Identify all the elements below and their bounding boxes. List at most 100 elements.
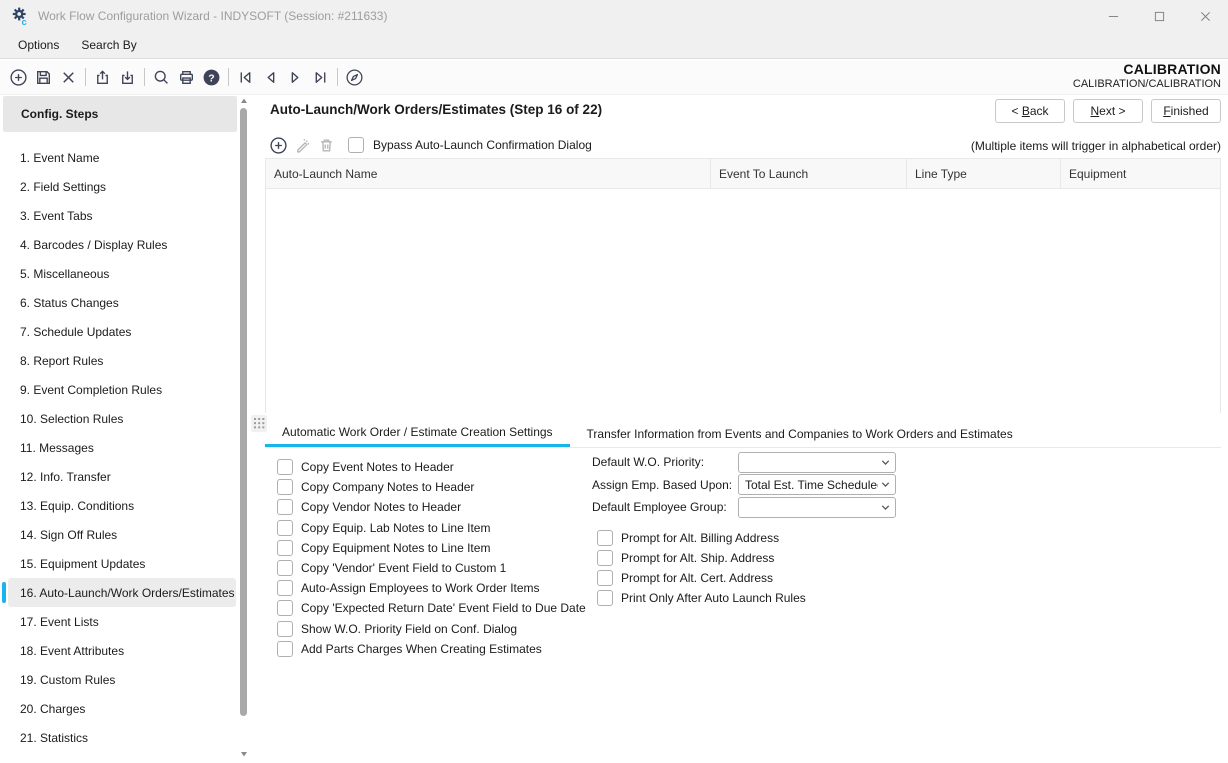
export-icon[interactable] bbox=[90, 65, 115, 90]
sidebar-item-step-19[interactable]: 19. Custom Rules bbox=[8, 665, 236, 694]
close-button[interactable] bbox=[1182, 0, 1228, 32]
table-body[interactable] bbox=[266, 189, 1220, 413]
sidebar-item-step-17[interactable]: 17. Event Lists bbox=[8, 607, 236, 636]
sidebar-item-step-10[interactable]: 10. Selection Rules bbox=[8, 404, 236, 433]
column-header-event-to-launch[interactable]: Event To Launch bbox=[711, 159, 907, 188]
sidebar-item-step-1[interactable]: 1. Event Name bbox=[8, 143, 236, 172]
scroll-down-icon[interactable] bbox=[239, 750, 248, 759]
config-steps-header: Config. Steps bbox=[3, 96, 237, 132]
sidebar-item-label: 6. Status Changes bbox=[20, 296, 119, 310]
minimize-icon bbox=[1108, 11, 1119, 22]
checkbox-auto-assign-employees-to-work-order-items[interactable] bbox=[277, 580, 293, 596]
navigator-icon[interactable] bbox=[342, 65, 367, 90]
sidebar-item-step-15[interactable]: 15. Equipment Updates bbox=[8, 549, 236, 578]
sidebar-item-step-4[interactable]: 4. Barcodes / Display Rules bbox=[8, 230, 236, 259]
last-record-icon[interactable] bbox=[308, 65, 333, 90]
auto-launch-table: Auto-Launch NameEvent To LaunchLine Type… bbox=[265, 158, 1221, 413]
import-icon[interactable] bbox=[115, 65, 140, 90]
category-label: CALIBRATION bbox=[1073, 61, 1221, 77]
first-record-icon[interactable] bbox=[233, 65, 258, 90]
sidebar-item-step-8[interactable]: 8. Report Rules bbox=[8, 346, 236, 375]
sidebar-item-label: 13. Equip. Conditions bbox=[20, 499, 134, 513]
back-button[interactable]: < Back bbox=[995, 99, 1065, 123]
next-record-icon[interactable] bbox=[283, 65, 308, 90]
sidebar-item-label: 16. Auto-Launch/Work Orders/Estimates bbox=[20, 586, 235, 600]
checkbox-copy-company-notes-to-header[interactable] bbox=[277, 479, 293, 495]
search-icon[interactable] bbox=[149, 65, 174, 90]
save-icon[interactable] bbox=[31, 65, 56, 90]
tab-transfer-information-from-events-and-companies-to-work-orders-and-estimates[interactable]: Transfer Information from Events and Com… bbox=[570, 420, 1030, 447]
sidebar-item-step-9[interactable]: 9. Event Completion Rules bbox=[8, 375, 236, 404]
help-icon[interactable]: ? bbox=[199, 65, 224, 90]
checkbox-prompt-for-alt-ship-address[interactable] bbox=[597, 550, 613, 566]
checkbox-show-w-o-priority-field-on-conf-dialog[interactable] bbox=[277, 621, 293, 637]
tab-automatic-work-order-estimate-creation-settings[interactable]: Automatic Work Order / Estimate Creation… bbox=[265, 420, 570, 447]
check-row: Copy Company Notes to Header bbox=[277, 477, 586, 497]
window-title: Work Flow Configuration Wizard - INDYSOF… bbox=[38, 9, 387, 23]
sidebar-item-label: 15. Equipment Updates bbox=[20, 557, 145, 571]
sidebar-item-step-5[interactable]: 5. Miscellaneous bbox=[8, 259, 236, 288]
next-button[interactable]: Next > bbox=[1073, 99, 1143, 123]
bypass-auto-launch-checkbox[interactable] bbox=[348, 137, 364, 153]
check-row: Show W.O. Priority Field on Conf. Dialog bbox=[277, 619, 586, 639]
default-w-o-priority-select[interactable] bbox=[738, 452, 896, 473]
check-row: Print Only After Auto Launch Rules bbox=[597, 588, 806, 608]
checkbox-copy-equipment-notes-to-line-item[interactable] bbox=[277, 540, 293, 556]
sidebar-item-step-6[interactable]: 6. Status Changes bbox=[8, 288, 236, 317]
grid-toolbar: Bypass Auto-Launch Confirmation Dialog bbox=[266, 133, 592, 157]
add-icon[interactable] bbox=[266, 133, 290, 157]
menu-search-by[interactable]: Search By bbox=[81, 38, 136, 52]
check-row: Copy Equip. Lab Notes to Line Item bbox=[277, 518, 586, 538]
scrollbar-thumb[interactable] bbox=[240, 108, 247, 716]
sidebar-item-label: 12. Info. Transfer bbox=[20, 470, 111, 484]
sidebar-item-step-12[interactable]: 12. Info. Transfer bbox=[8, 462, 236, 491]
checkbox-copy-vendor-event-field-to-custom-1[interactable] bbox=[277, 560, 293, 576]
sidebar-item-step-13[interactable]: 13. Equip. Conditions bbox=[8, 491, 236, 520]
column-header-auto-launch-name[interactable]: Auto-Launch Name bbox=[266, 159, 711, 188]
checkbox-print-only-after-auto-launch-rules[interactable] bbox=[597, 590, 613, 606]
checkbox-copy-vendor-notes-to-header[interactable] bbox=[277, 499, 293, 515]
default-employee-group-select[interactable] bbox=[738, 497, 896, 518]
sidebar-item-step-2[interactable]: 2. Field Settings bbox=[8, 172, 236, 201]
sidebar-item-step-7[interactable]: 7. Schedule Updates bbox=[8, 317, 236, 346]
checkbox-label: Copy Vendor Notes to Header bbox=[301, 500, 461, 514]
print-icon[interactable] bbox=[174, 65, 199, 90]
previous-record-icon[interactable] bbox=[258, 65, 283, 90]
checkbox-label: Copy Equipment Notes to Line Item bbox=[301, 541, 490, 555]
field-row: Assign Emp. Based Upon:Total Est. Time S… bbox=[592, 474, 896, 497]
assign-emp-based-upon-select[interactable]: Total Est. Time Scheduled bbox=[738, 474, 896, 495]
column-header-line-type[interactable]: Line Type bbox=[907, 159, 1061, 188]
field-label-assign-emp-based-upon: Assign Emp. Based Upon: bbox=[592, 478, 738, 492]
check-row: Copy Event Notes to Header bbox=[277, 457, 586, 477]
sidebar-item-step-18[interactable]: 18. Event Attributes bbox=[8, 636, 236, 665]
add-icon[interactable] bbox=[6, 65, 31, 90]
sidebar-item-label: 17. Event Lists bbox=[20, 615, 99, 629]
field-label-default-w-o-priority: Default W.O. Priority: bbox=[592, 455, 738, 469]
toolbar-separator bbox=[337, 68, 338, 86]
window-controls bbox=[1090, 0, 1228, 32]
sidebar-item-step-14[interactable]: 14. Sign Off Rules bbox=[8, 520, 236, 549]
scroll-up-icon[interactable] bbox=[239, 97, 248, 106]
check-row: Copy 'Vendor' Event Field to Custom 1 bbox=[277, 558, 586, 578]
sidebar-item-step-20[interactable]: 20. Charges bbox=[8, 694, 236, 723]
checkbox-copy-expected-return-date-event-field-to-due-date[interactable] bbox=[277, 600, 293, 616]
wizard-buttons: < Back Next > Finished bbox=[995, 99, 1221, 123]
sidebar-item-step-3[interactable]: 3. Event Tabs bbox=[8, 201, 236, 230]
sidebar-item-step-11[interactable]: 11. Messages bbox=[8, 433, 236, 462]
checkbox-prompt-for-alt-cert-address[interactable] bbox=[597, 570, 613, 586]
checkbox-prompt-for-alt-billing-address[interactable] bbox=[597, 530, 613, 546]
sidebar-item-step-16[interactable]: 16. Auto-Launch/Work Orders/Estimates bbox=[8, 578, 236, 607]
finished-button[interactable]: Finished bbox=[1151, 99, 1221, 123]
column-header-equipment[interactable]: Equipment bbox=[1061, 159, 1220, 188]
delete-icon[interactable] bbox=[56, 65, 81, 90]
checkbox-copy-event-notes-to-header[interactable] bbox=[277, 459, 293, 475]
menu-options[interactable]: Options bbox=[18, 38, 59, 52]
checkbox-copy-equip-lab-notes-to-line-item[interactable] bbox=[277, 520, 293, 536]
toolbar: ? CALIBRATION CALIBRATION/CALIBRATION bbox=[0, 60, 1228, 95]
checkbox-add-parts-charges-when-creating-estimates[interactable] bbox=[277, 641, 293, 657]
maximize-button[interactable] bbox=[1136, 0, 1182, 32]
sidebar-scrollbar[interactable] bbox=[239, 97, 248, 761]
wizard-context: CALIBRATION CALIBRATION/CALIBRATION bbox=[1073, 61, 1221, 90]
minimize-button[interactable] bbox=[1090, 0, 1136, 32]
sidebar-item-step-21[interactable]: 21. Statistics bbox=[8, 723, 236, 752]
